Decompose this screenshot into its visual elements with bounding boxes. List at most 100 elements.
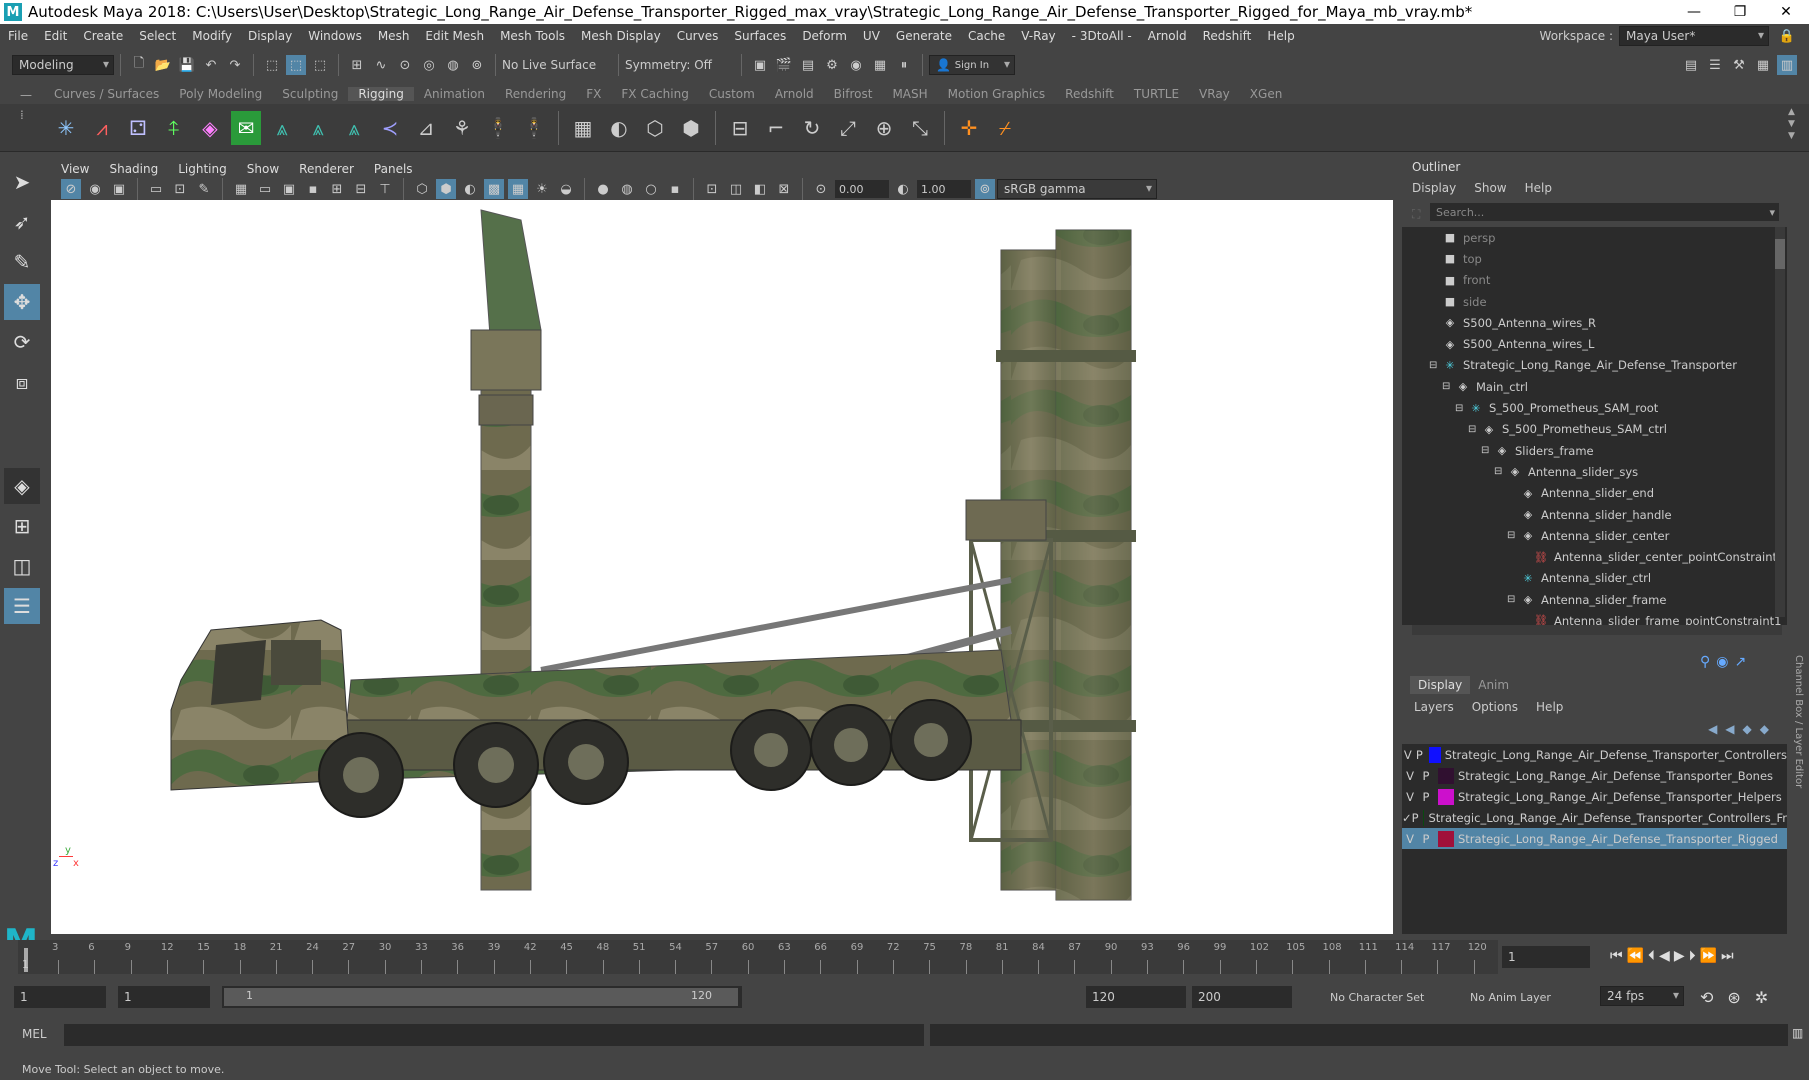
animation-end-field[interactable]: 200	[1192, 986, 1292, 1008]
menu-display[interactable]: Display	[240, 29, 300, 43]
depth-of-field-icon[interactable]: ○	[641, 179, 661, 199]
time-slider[interactable]: 1 3 6 9 12 15 18 21 24 27 30 33 36 39 42 45 48 51 54 57 60 6…	[0, 940, 1809, 976]
xray-joints-icon[interactable]: ◫	[726, 179, 746, 199]
shelf-tab-rendering[interactable]: Rendering	[495, 87, 576, 101]
outliner-toggle-icon[interactable]: ▥	[1777, 55, 1797, 75]
expand-toggle-icon[interactable]: ⊟	[1468, 424, 1480, 435]
outliner-item[interactable]: ⊟ ◈ Sliders_frame	[1402, 440, 1787, 461]
render-view-icon[interactable]: ▣	[750, 55, 770, 75]
layer-row[interactable]: V P Strategic_Long_Range_Air_Defense_Trans…	[1402, 828, 1787, 849]
layer-playback-toggle[interactable]: P	[1414, 748, 1426, 762]
layer-playback-toggle[interactable]: P	[1418, 790, 1434, 804]
shelf-menu-icon[interactable]: —	[20, 88, 32, 102]
menu-set-dropdown[interactable]: Modeling	[12, 55, 114, 75]
channel-box-side-tab[interactable]: Channel Box / Layer Editor	[1790, 655, 1804, 935]
gate-mask-icon[interactable]: ▪	[303, 179, 323, 199]
save-scene-icon[interactable]: 💾	[177, 55, 197, 75]
select-tool-icon[interactable]: ➤	[4, 164, 40, 200]
menu-windows[interactable]: Windows	[300, 29, 370, 43]
modeling-toolkit-icon[interactable]: ▤	[1681, 55, 1701, 75]
outliner-item[interactable]: ⊟ ✳ S_500_Prometheus_SAM_root	[1402, 397, 1787, 418]
outliner-item[interactable]: ■ front	[1402, 270, 1787, 291]
perspective-viewport[interactable]: y z x	[51, 200, 1393, 934]
outliner-item[interactable]: ⊟ ◈ Antenna_slider_sys	[1402, 461, 1787, 482]
shelf-tab-animation[interactable]: Animation	[414, 87, 495, 101]
playback-start-field[interactable]: 1	[118, 986, 210, 1008]
layer-row[interactable]: ✓ P Strategic_Long_Range_Air_Defense_Trans…	[1402, 807, 1787, 828]
ik-handle-icon[interactable]: ⩘	[87, 111, 117, 145]
layer-menu-layers[interactable]: Layers	[1414, 700, 1454, 714]
new-scene-icon[interactable]: 🗋	[129, 55, 149, 75]
wrap-deformer-icon[interactable]: ⩓	[339, 111, 369, 145]
channel-box-icon[interactable]: ▦	[1753, 55, 1773, 75]
menu-mesh-display[interactable]: Mesh Display	[573, 29, 669, 43]
script-editor-icon[interactable]: ▥	[1792, 1026, 1803, 1040]
new-layer-selected-icon[interactable]: ◆	[1760, 722, 1769, 736]
go-to-start-icon[interactable]: ⏮	[1610, 948, 1623, 964]
layer-visibility-toggle[interactable]: V	[1402, 832, 1418, 846]
shelf-tab-fx[interactable]: FX	[576, 87, 611, 101]
layer-tab-display[interactable]: Display	[1410, 676, 1471, 694]
use-lights-icon[interactable]: ▦	[508, 179, 528, 199]
shelf-tab-turtle[interactable]: TURTLE	[1124, 87, 1189, 101]
outliner-search-input[interactable]: Search... ▾	[1430, 203, 1779, 221]
gamma-field[interactable]: 1.00	[917, 180, 971, 198]
outliner-vscroll[interactable]	[1775, 227, 1785, 617]
menu-edit-mesh[interactable]: Edit Mesh	[417, 29, 492, 43]
shelf-tab-xgen[interactable]: XGen	[1240, 87, 1293, 101]
expand-toggle-icon[interactable]: ⊟	[1429, 360, 1441, 371]
grid-icon[interactable]: ▦	[231, 179, 251, 199]
bend-icon[interactable]: ≺	[375, 111, 405, 145]
layer-row[interactable]: V P Strategic_Long_Range_Air_Defense_Trans…	[1402, 744, 1787, 765]
layer-color-swatch[interactable]	[1438, 830, 1454, 847]
point-constraint-icon[interactable]: ⌐	[761, 111, 791, 145]
move-layer-down-icon[interactable]: ◀	[1725, 722, 1734, 736]
layer-editor-icon-2[interactable]: ◉	[1716, 654, 1728, 670]
set-driven-key-icon[interactable]: ⌿	[990, 111, 1020, 145]
outliner-item[interactable]: ◈ Antenna_slider_end	[1402, 483, 1787, 504]
render-settings-icon[interactable]: ⚙	[822, 55, 842, 75]
ik-fk-icon[interactable]: ✛	[954, 111, 984, 145]
component-editor-icon[interactable]: ◐	[604, 111, 634, 145]
safe-title-icon[interactable]: ⊤	[375, 179, 395, 199]
motion-blur-icon[interactable]: ●	[593, 179, 613, 199]
layer-color-swatch[interactable]	[1422, 809, 1425, 826]
viewport-menu-show[interactable]: Show	[237, 162, 289, 176]
bookmarks-icon[interactable]: ▣	[109, 179, 129, 199]
move-tool-icon[interactable]: ✥	[4, 284, 40, 320]
resolution-gate-icon[interactable]: ▣	[279, 179, 299, 199]
workspace-dropdown[interactable]: Maya User*	[1619, 26, 1769, 46]
nonlinear-icon[interactable]: ⊿	[411, 111, 441, 145]
shelf-tab-vray[interactable]: VRay	[1189, 87, 1240, 101]
redo-icon[interactable]: ↷	[225, 55, 245, 75]
shelf-tab-sculpting[interactable]: Sculpting	[272, 87, 348, 101]
paint-select-tool-icon[interactable]: ✎	[4, 244, 40, 280]
shelf-tab-arnold[interactable]: Arnold	[765, 87, 824, 101]
character-set-dropdown[interactable]: No Character Set	[1330, 986, 1450, 1008]
close-button[interactable]: ✕	[1763, 0, 1809, 24]
outliner-item[interactable]: ◈ S500_Antenna_wires_L	[1402, 333, 1787, 354]
layer-row[interactable]: V P Strategic_Long_Range_Air_Defense_Trans…	[1402, 765, 1787, 786]
live-surface-label[interactable]: No Live Surface	[502, 58, 612, 72]
layer-visibility-toggle[interactable]: V	[1402, 769, 1418, 783]
layer-color-swatch[interactable]	[1438, 788, 1454, 805]
menu-deform[interactable]: Deform	[794, 29, 855, 43]
anti-aliasing-icon[interactable]: ◍	[617, 179, 637, 199]
wire-deformer-icon[interactable]: ⩓	[303, 111, 333, 145]
command-input[interactable]	[64, 1024, 924, 1046]
snap-grid-icon[interactable]: ⊞	[347, 55, 367, 75]
orient-constraint-icon[interactable]: ↻	[797, 111, 827, 145]
shelf-grip[interactable]: ⁞	[20, 108, 24, 122]
command-language-label[interactable]: MEL	[22, 1027, 47, 1041]
lattice-icon[interactable]: ✉	[231, 110, 261, 145]
outliner-item[interactable]: ◈ S500_Antenna_wires_R	[1402, 312, 1787, 333]
outliner-item[interactable]: ⊟ ◈ Antenna_slider_frame	[1402, 589, 1787, 610]
viewport-menu-renderer[interactable]: Renderer	[289, 162, 364, 176]
gamma-icon[interactable]: ◐	[893, 179, 913, 199]
ambient-occlusion-icon[interactable]: ◒	[556, 179, 576, 199]
xray-icon[interactable]: ▪	[665, 179, 685, 199]
wireframe-icon[interactable]: ⬡	[412, 179, 432, 199]
shelf-scroll-arrows[interactable]: ▲ ▼ ▼	[1788, 106, 1795, 142]
locator-icon[interactable]: ⍏	[159, 111, 189, 145]
menu-arnold[interactable]: Arnold	[1140, 29, 1195, 43]
